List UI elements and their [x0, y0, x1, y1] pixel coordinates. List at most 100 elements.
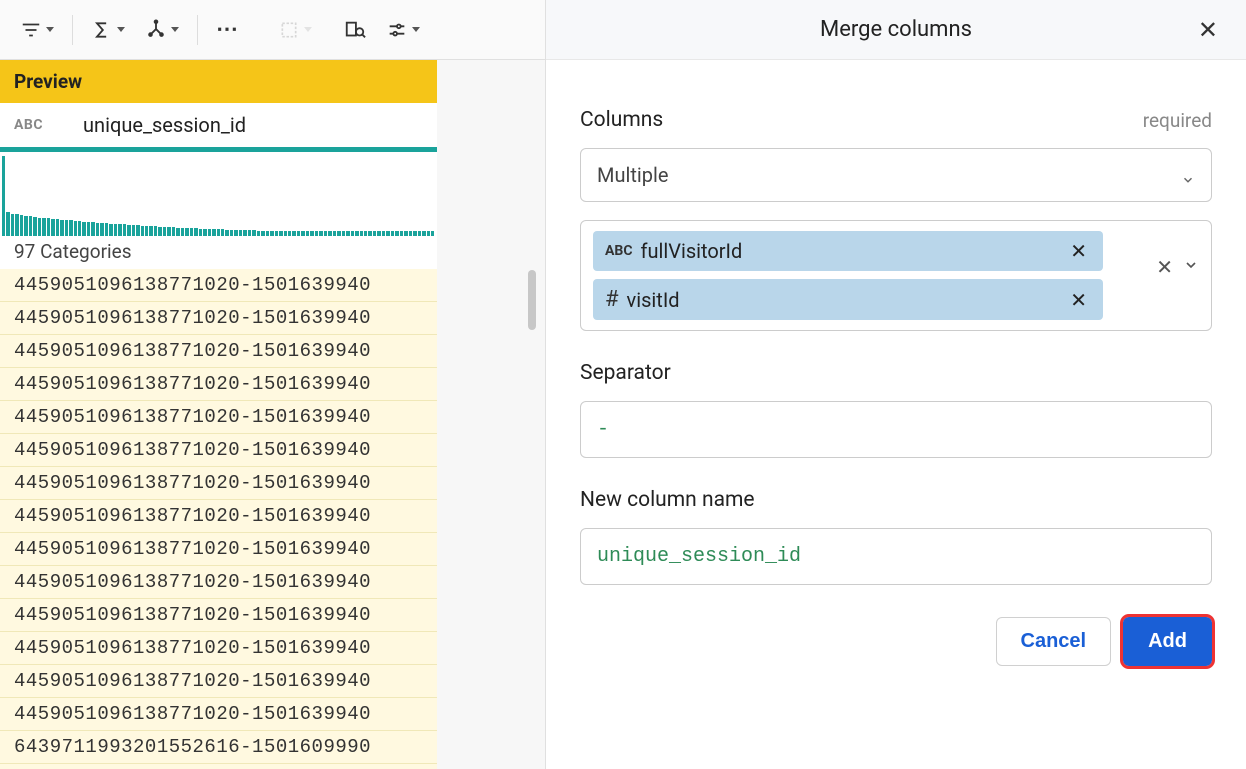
histogram-bar	[105, 223, 108, 236]
histogram	[0, 152, 437, 236]
table-row[interactable]: 4459051096138771020-1501639940	[0, 566, 437, 599]
filter-button[interactable]	[10, 11, 64, 49]
table-row[interactable]: 4459051096138771020-1501639940	[0, 302, 437, 335]
histogram-bar	[114, 224, 117, 236]
histogram-bar	[127, 225, 130, 236]
histogram-bar	[96, 223, 99, 236]
caret-down-icon	[171, 27, 179, 32]
table-row[interactable]: 4459051096138771020-1501639940	[0, 500, 437, 533]
sliders-icon	[386, 19, 408, 41]
right-panel: Merge columns ✕ Columns required Multipl…	[546, 0, 1246, 769]
histogram-bar	[212, 229, 215, 236]
ellipsis-icon: ⋯	[216, 19, 238, 41]
histogram-bar	[15, 214, 18, 236]
table-row[interactable]: 4459051096138771020-1501639940	[0, 434, 437, 467]
histogram-bar	[118, 224, 121, 236]
type-tag: ABC	[14, 117, 43, 133]
abc-type-icon: ABC	[605, 243, 633, 259]
find-replace-button[interactable]	[334, 11, 376, 49]
histogram-bar	[190, 228, 193, 236]
histogram-bar	[91, 222, 94, 236]
footer-buttons: Cancel Add	[580, 617, 1212, 666]
table-row[interactable]: 4459051096138771020-1501639940	[0, 533, 437, 566]
column-name: unique_session_id	[83, 113, 246, 137]
histogram-bar	[154, 226, 157, 236]
histogram-bar	[60, 220, 63, 236]
chip-label: fullVisitorId	[641, 239, 743, 263]
histogram-bar	[24, 216, 27, 236]
table-row[interactable]: 4459051096138771020-1501639940	[0, 269, 437, 302]
histogram-bar	[2, 156, 5, 236]
add-button[interactable]: Add	[1123, 617, 1212, 666]
separator-label: Separator	[580, 361, 671, 385]
panel-title: Merge columns	[820, 17, 972, 42]
table-row[interactable]: 4459051096138771020-1501639940	[0, 368, 437, 401]
new-column-name-input[interactable]	[580, 528, 1212, 585]
selection-icon	[278, 19, 300, 41]
histogram-bar	[6, 212, 9, 236]
caret-down-icon	[46, 27, 54, 32]
histogram-bar	[109, 224, 112, 236]
table-row[interactable]: 4459051096138771020-1501639940	[0, 599, 437, 632]
column-chip[interactable]: ABC fullVisitorId ✕	[593, 231, 1103, 271]
selection-button[interactable]	[268, 11, 322, 49]
histogram-bar	[82, 222, 85, 236]
columns-label: Columns	[580, 108, 663, 132]
chips-list: ABCfullVisitorId✕#visitId✕	[593, 231, 1144, 320]
left-panel: ⋯ Preview ABC unique_session_id 97 Categ	[0, 0, 546, 769]
aggregate-button[interactable]	[81, 11, 135, 49]
histogram-bar	[185, 228, 188, 236]
toolbar: ⋯	[0, 0, 545, 60]
histogram-bar	[56, 219, 59, 236]
close-icon[interactable]: ✕	[1190, 12, 1226, 48]
required-label: required	[1143, 109, 1212, 132]
table-row[interactable]: 6439711993201552616-1501609990	[0, 731, 437, 764]
categories-count: 97 Categories	[0, 236, 437, 269]
clear-all-icon[interactable]: ✕	[1156, 255, 1173, 279]
columns-field-row: Columns required	[580, 108, 1212, 132]
columns-select[interactable]: Multiple	[580, 148, 1212, 202]
histogram-bar	[181, 228, 184, 236]
histogram-bar	[29, 216, 32, 236]
histogram-bar	[33, 217, 36, 236]
table-row[interactable]: 4459051096138771020-1501639940	[0, 665, 437, 698]
chip-content: ABC fullVisitorId	[605, 239, 742, 263]
caret-down-icon	[412, 27, 420, 32]
table-row[interactable]: 4459051096138771020-1501639940	[0, 698, 437, 731]
histogram-bar	[69, 220, 72, 236]
histogram-bar	[132, 225, 135, 236]
columns-select-value: Multiple	[597, 163, 668, 187]
scrollbar-thumb[interactable]	[528, 270, 536, 330]
split-icon	[145, 19, 167, 41]
column-header[interactable]: ABC unique_session_id	[0, 103, 437, 152]
histogram-bar	[176, 228, 179, 236]
table-row[interactable]: 6439711993201552616-1501609990	[0, 764, 437, 769]
cancel-button[interactable]: Cancel	[996, 617, 1112, 666]
chips-side-controls: ✕	[1156, 231, 1199, 279]
table-row[interactable]: 4459051096138771020-1501639940	[0, 335, 437, 368]
separator-field-row: Separator	[580, 361, 1212, 385]
histogram-bar	[136, 225, 139, 236]
histogram-bar	[51, 219, 54, 236]
table-row[interactable]: 4459051096138771020-1501639940	[0, 632, 437, 665]
more-button[interactable]: ⋯	[206, 11, 248, 49]
newname-field-row: New column name	[580, 488, 1212, 512]
histogram-bar	[74, 221, 77, 236]
remove-chip-icon[interactable]: ✕	[1066, 239, 1091, 263]
table-row[interactable]: 4459051096138771020-1501639940	[0, 401, 437, 434]
chevron-down-icon[interactable]	[1183, 257, 1199, 277]
find-replace-icon	[344, 19, 366, 41]
column-chip[interactable]: #visitId✕	[593, 279, 1103, 320]
histogram-bar	[145, 226, 148, 236]
caret-down-icon	[117, 27, 125, 32]
histogram-bar	[100, 223, 103, 236]
remove-chip-icon[interactable]: ✕	[1066, 288, 1091, 312]
table-row[interactable]: 4459051096138771020-1501639940	[0, 467, 437, 500]
histogram-bar	[123, 224, 126, 236]
histogram-bar	[149, 226, 152, 236]
settings-button[interactable]	[376, 11, 430, 49]
separator-input[interactable]	[580, 401, 1212, 458]
sigma-icon	[91, 19, 113, 41]
split-button[interactable]	[135, 11, 189, 49]
histogram-bar	[199, 229, 202, 236]
